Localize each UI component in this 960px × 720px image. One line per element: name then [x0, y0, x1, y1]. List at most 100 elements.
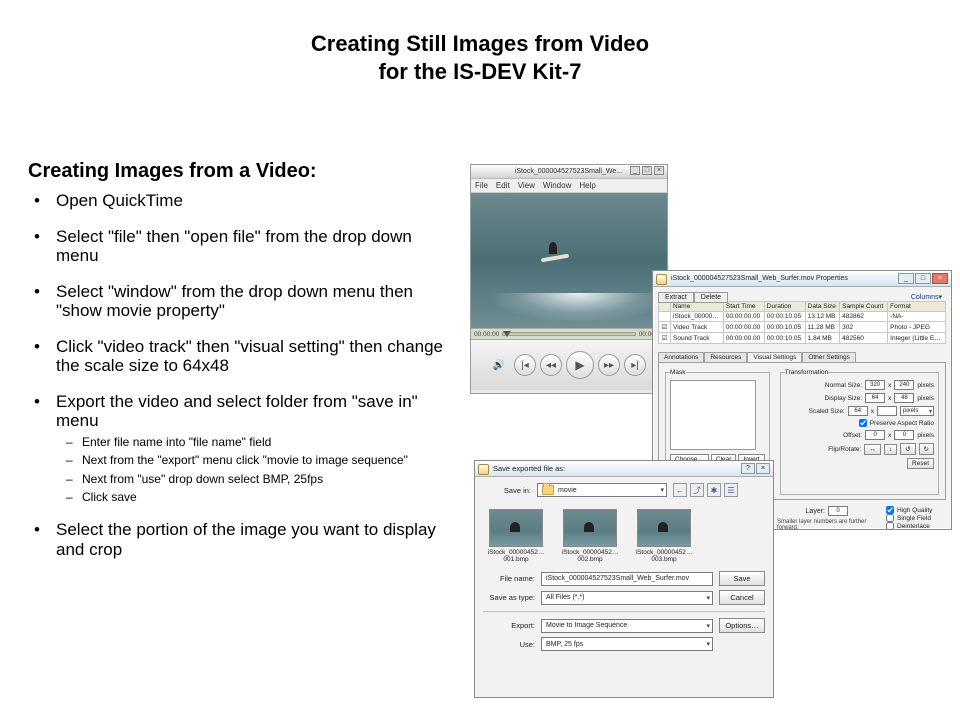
new-folder-icon[interactable]: ✱: [707, 483, 721, 497]
save-in-select[interactable]: movie: [537, 483, 667, 497]
table-row[interactable]: ☑ Video Track 00:00:00.00 00:00:10.05 11…: [659, 322, 946, 333]
window-title: Save exported file as:: [493, 464, 565, 473]
list-item: Select "window" from the drop down menu …: [28, 282, 458, 321]
menu-bar[interactable]: File Edit View Window Help: [471, 179, 667, 193]
up-icon[interactable]: ⤴: [690, 483, 704, 497]
list-item: Select the portion of the image you want…: [28, 520, 458, 559]
save-button[interactable]: Save: [719, 571, 765, 586]
layer-input[interactable]: 0: [828, 506, 848, 516]
help-icon[interactable]: ?: [741, 463, 755, 474]
tab-annotations[interactable]: Annotations: [658, 352, 704, 362]
normal-width: 320: [865, 380, 885, 390]
offset-y-input[interactable]: 0: [894, 430, 914, 440]
minimize-icon[interactable]: _: [630, 166, 640, 175]
normal-height: 240: [894, 380, 914, 390]
settings-tabs: Annotations Resources Visual Settings Ot…: [658, 352, 946, 362]
skip-start-button[interactable]: |◂: [514, 354, 536, 376]
scrubber[interactable]: 00:00:00 00:00:00: [471, 328, 667, 340]
col-duration[interactable]: Duration: [764, 302, 805, 312]
filename-label: File name:: [483, 574, 535, 583]
volume-icon[interactable]: 🔊: [492, 360, 506, 371]
rotate-ccw-icon[interactable]: ↺: [900, 443, 915, 455]
scrub-bar[interactable]: [502, 332, 635, 336]
high-quality-checkbox[interactable]: [886, 506, 894, 514]
scaled-height-input[interactable]: [877, 406, 897, 416]
file-thumb[interactable]: iStock_00000452… 001.bmp: [487, 509, 545, 563]
list-item: Click "video track" then "visual setting…: [28, 337, 458, 376]
close-icon[interactable]: ×: [654, 166, 664, 175]
mask-preview: [670, 380, 756, 450]
delete-button[interactable]: Delete: [694, 292, 728, 303]
reset-button[interactable]: Reset: [907, 458, 934, 469]
save-dialog: Save exported file as: ? × Save in: movi…: [474, 460, 774, 698]
menu-help[interactable]: Help: [579, 179, 595, 192]
deinterlace-checkbox[interactable]: [886, 522, 894, 530]
col-name[interactable]: Name: [671, 302, 724, 312]
tab-resources[interactable]: Resources: [704, 352, 747, 362]
save-as-type-select[interactable]: All Files (*.*): [541, 591, 713, 605]
display-width: 64: [865, 393, 885, 403]
table-row[interactable]: iStock_00000… 00:00:00.00 00:00:10.05 13…: [659, 312, 946, 322]
menu-window[interactable]: Window: [543, 179, 571, 192]
back-icon[interactable]: ←: [673, 483, 687, 497]
offset-label: Offset:: [814, 432, 862, 439]
preserve-aspect-checkbox[interactable]: [859, 419, 867, 427]
cancel-button[interactable]: Cancel: [719, 590, 765, 605]
col-size[interactable]: Data Size: [805, 302, 839, 312]
tab-other-settings[interactable]: Other Settings: [802, 352, 856, 362]
menu-file[interactable]: File: [475, 179, 488, 192]
flip-h-icon[interactable]: ↔: [864, 444, 881, 455]
scaled-width-input[interactable]: 64: [848, 406, 868, 416]
rewind-button[interactable]: ◂◂: [540, 354, 562, 376]
window-titlebar: Save exported file as: ? ×: [475, 461, 773, 477]
window-titlebar: iStock_000004527523Small_We… _ □ ×: [471, 165, 667, 179]
menu-edit[interactable]: Edit: [496, 179, 510, 192]
list-item-text: Export the video and select folder from …: [56, 392, 418, 431]
col-format[interactable]: Format: [888, 302, 946, 312]
offset-x-input[interactable]: 0: [865, 430, 885, 440]
close-icon[interactable]: ×: [932, 273, 948, 284]
page-title-line1: Creating Still Images from Video: [0, 30, 960, 58]
export-select[interactable]: Movie to Image Sequence: [541, 619, 713, 633]
col-samples[interactable]: Sample Count: [840, 302, 888, 312]
rotate-cw-icon[interactable]: ↻: [919, 443, 934, 455]
extract-button[interactable]: Extract: [658, 292, 694, 303]
quicktime-window: iStock_000004527523Small_We… _ □ × File …: [470, 164, 668, 394]
forward-button[interactable]: ▸▸: [598, 354, 620, 376]
scaled-unit-select[interactable]: pixels: [900, 406, 934, 416]
checkbox-icon[interactable]: ☑: [659, 333, 671, 344]
use-select[interactable]: BMP, 25 fps: [541, 637, 713, 651]
divider: [483, 611, 765, 612]
maximize-icon[interactable]: □: [642, 166, 652, 175]
view-menu-icon[interactable]: ☰: [724, 483, 738, 497]
normal-size-label: Normal Size:: [814, 382, 862, 389]
maximize-icon[interactable]: □: [915, 273, 931, 284]
file-thumb[interactable]: iStock_00000452… 003.bmp: [635, 509, 693, 563]
list-item: Select "file" then "open file" from the …: [28, 227, 458, 266]
display-height: 48: [894, 393, 914, 403]
thumbnail-image: [563, 509, 617, 547]
flip-v-icon[interactable]: ↕: [884, 444, 897, 455]
col-start[interactable]: Start Time: [723, 302, 764, 312]
play-button[interactable]: ▶: [566, 351, 594, 379]
layer-label: Layer:: [777, 508, 825, 515]
table-row[interactable]: ☑ Sound Track 00:00:00.00 00:00:10.05 1.…: [659, 333, 946, 344]
options-button[interactable]: Options…: [719, 618, 765, 633]
sub-list: Enter file name into "file name" field N…: [56, 435, 458, 505]
single-field-checkbox[interactable]: [886, 514, 894, 522]
close-icon[interactable]: ×: [756, 463, 770, 474]
minimize-icon[interactable]: _: [898, 273, 914, 284]
window-titlebar: iStock_000004527523Small_Web_Surfer.mov …: [653, 271, 951, 287]
filename-input[interactable]: iStock_000004527523Small_Web_Surfer.mov: [541, 572, 713, 586]
preserve-aspect-label: Preserve Aspect Ratio: [870, 420, 934, 427]
time-left: 00:00:00: [474, 331, 499, 338]
transformation-legend: Transformation: [785, 369, 828, 376]
sub-list-item: Enter file name into "file name" field: [56, 435, 458, 449]
skip-end-button[interactable]: ▸|: [624, 354, 646, 376]
checkbox-icon[interactable]: ☑: [659, 322, 671, 333]
sub-list-item: Next from the "export" menu click "movie…: [56, 453, 458, 467]
menu-view[interactable]: View: [518, 179, 535, 192]
tab-visual-settings[interactable]: Visual Settings: [747, 352, 802, 362]
window-title: iStock_000004527523Small_Web_Surfer.mov …: [671, 275, 848, 282]
file-thumb[interactable]: iStock_00000452… 002.bmp: [561, 509, 619, 563]
